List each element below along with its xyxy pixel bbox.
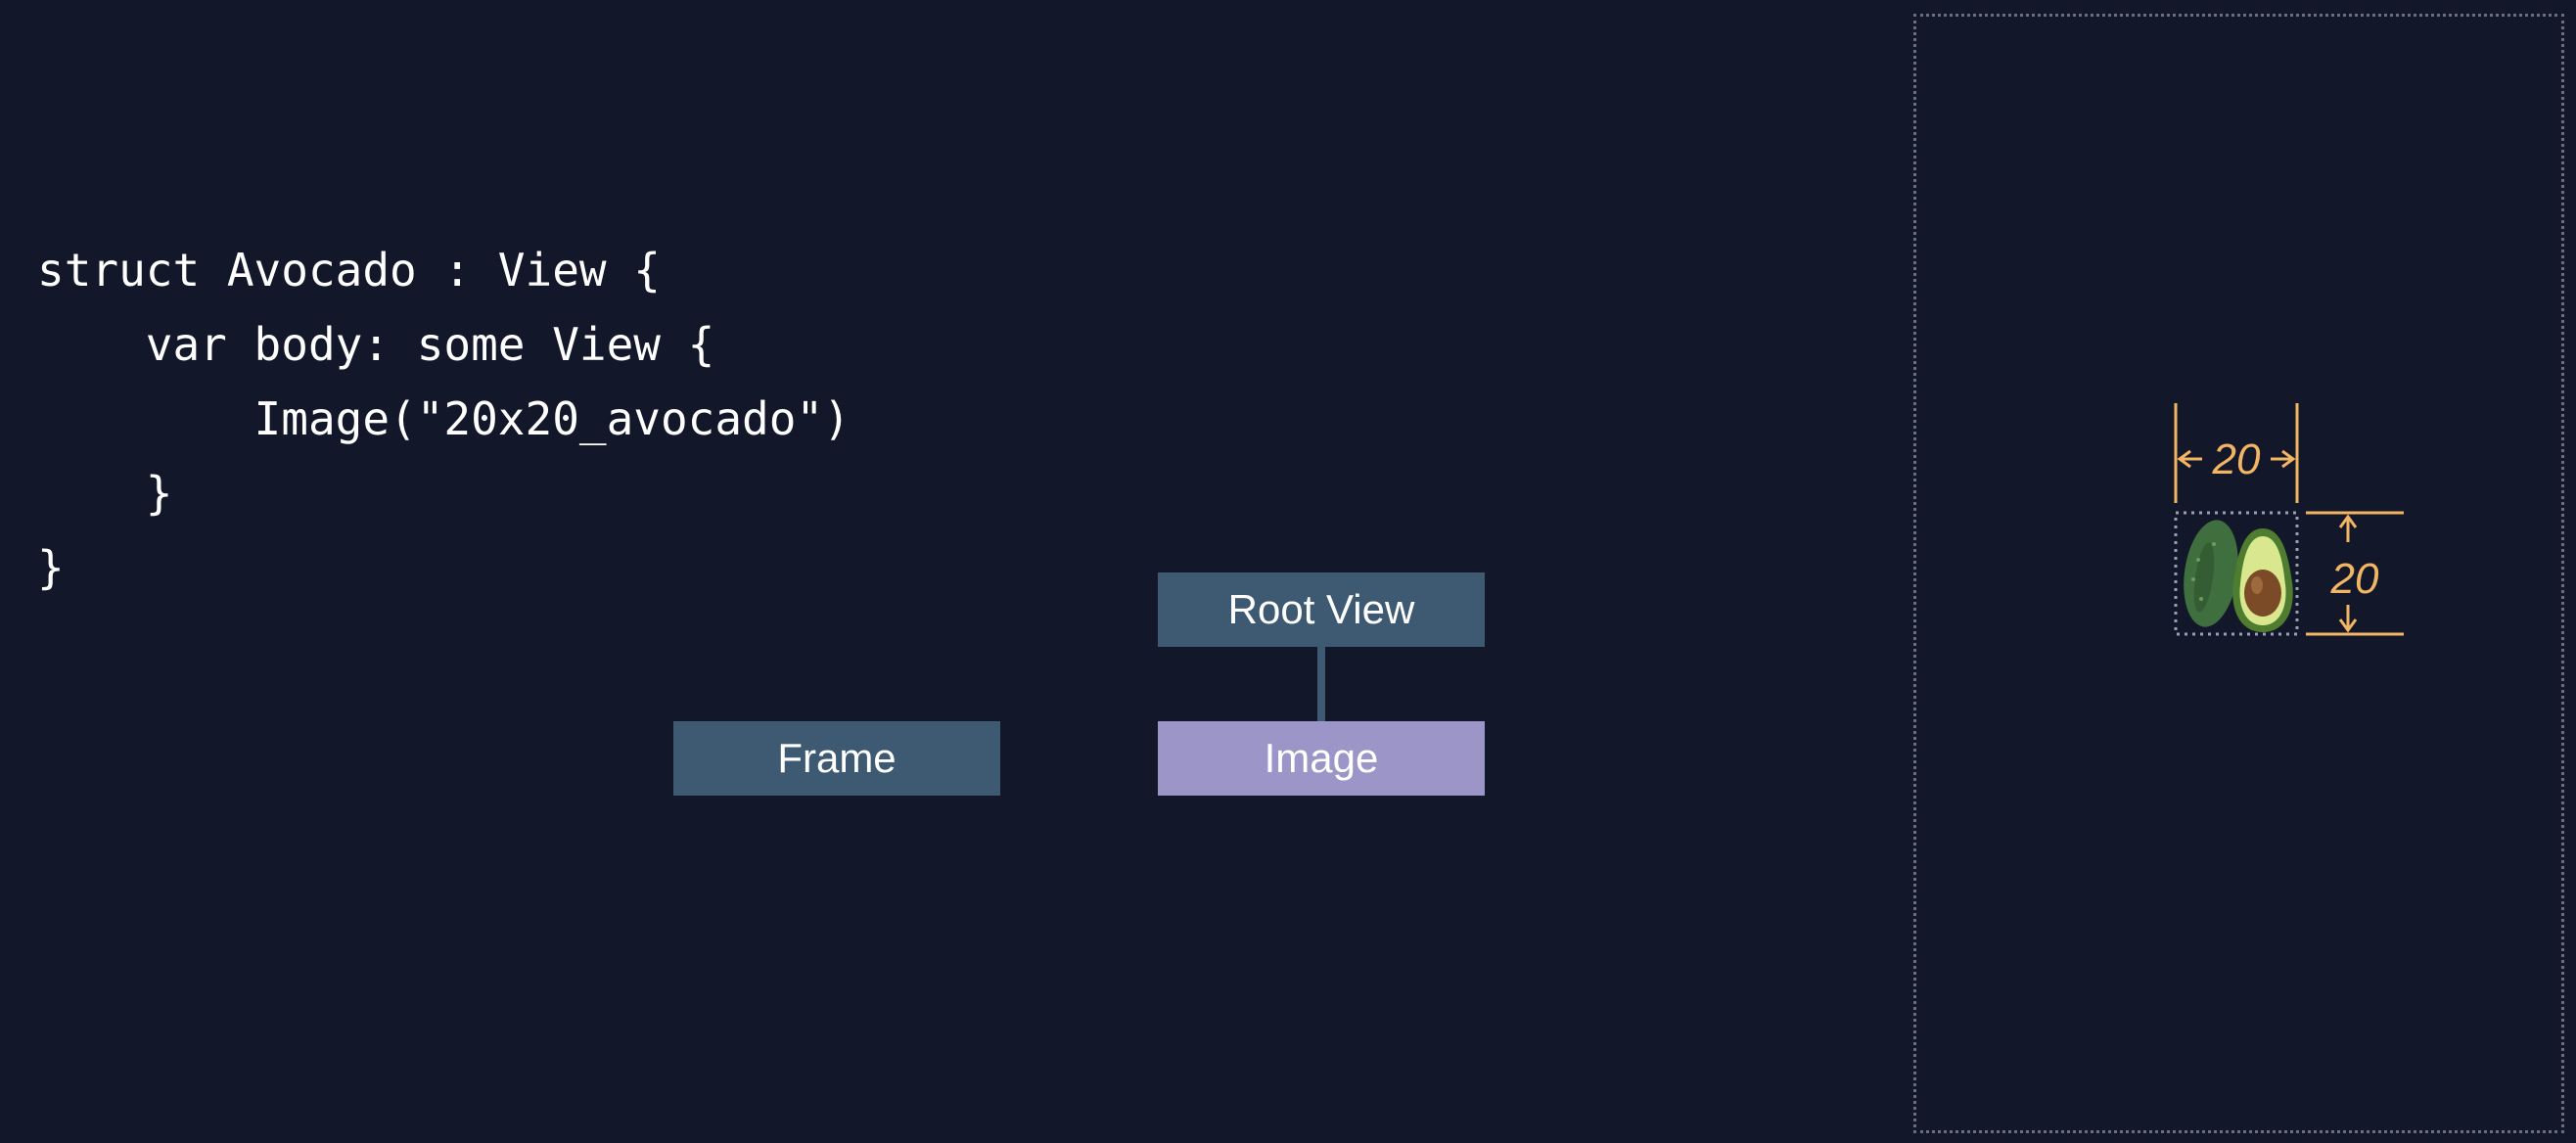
height-label: 20	[2330, 555, 2379, 603]
width-label: 20	[2212, 435, 2261, 483]
diagram-canvas: struct Avocado : View { var body: some V…	[0, 0, 2576, 1143]
avocado-icon	[2184, 520, 2293, 632]
size-annotation: 20 20	[2174, 403, 2404, 636]
